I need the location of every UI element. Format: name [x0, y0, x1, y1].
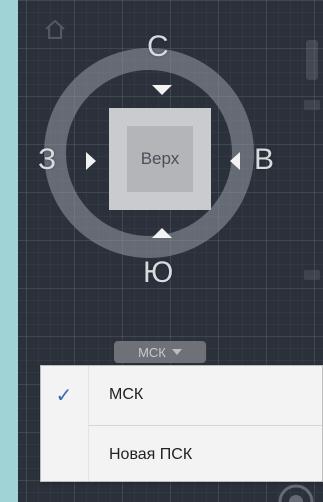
wcs-menu-button[interactable]: МСК [114, 341, 206, 363]
navigation-bar-ghost [304, 40, 320, 280]
rotate-south-arrow-icon[interactable] [152, 228, 172, 238]
compass-west-label[interactable]: З [38, 145, 56, 175]
menu-item-label: МСК [109, 386, 144, 403]
viewcube[interactable]: Верх [109, 108, 211, 210]
compass-east-label[interactable]: В [254, 145, 274, 175]
menu-item-new-ucs[interactable]: Новая ПСК [41, 430, 323, 480]
wcs-dropdown-menu: ✓ МСК Новая ПСК [40, 365, 323, 482]
chevron-down-icon [171, 349, 182, 355]
viewcube-top-face[interactable]: Верх [127, 126, 193, 192]
rotate-north-arrow-icon[interactable] [152, 85, 172, 95]
wcs-button-label: МСК [138, 344, 166, 360]
compass-north-label[interactable]: С [147, 32, 169, 62]
rotate-east-arrow-icon[interactable] [230, 152, 240, 170]
checkmark-icon: ✓ [55, 384, 73, 407]
menu-divider [89, 425, 322, 426]
compass-south-label[interactable]: Ю [143, 258, 173, 288]
home-icon [45, 19, 65, 39]
menu-item-wcs[interactable]: ✓ МСК [41, 370, 323, 420]
viewcube-face-label: Верх [140, 149, 180, 168]
menu-item-label: Новая ПСК [109, 446, 193, 463]
rotate-west-arrow-icon[interactable] [86, 152, 96, 170]
